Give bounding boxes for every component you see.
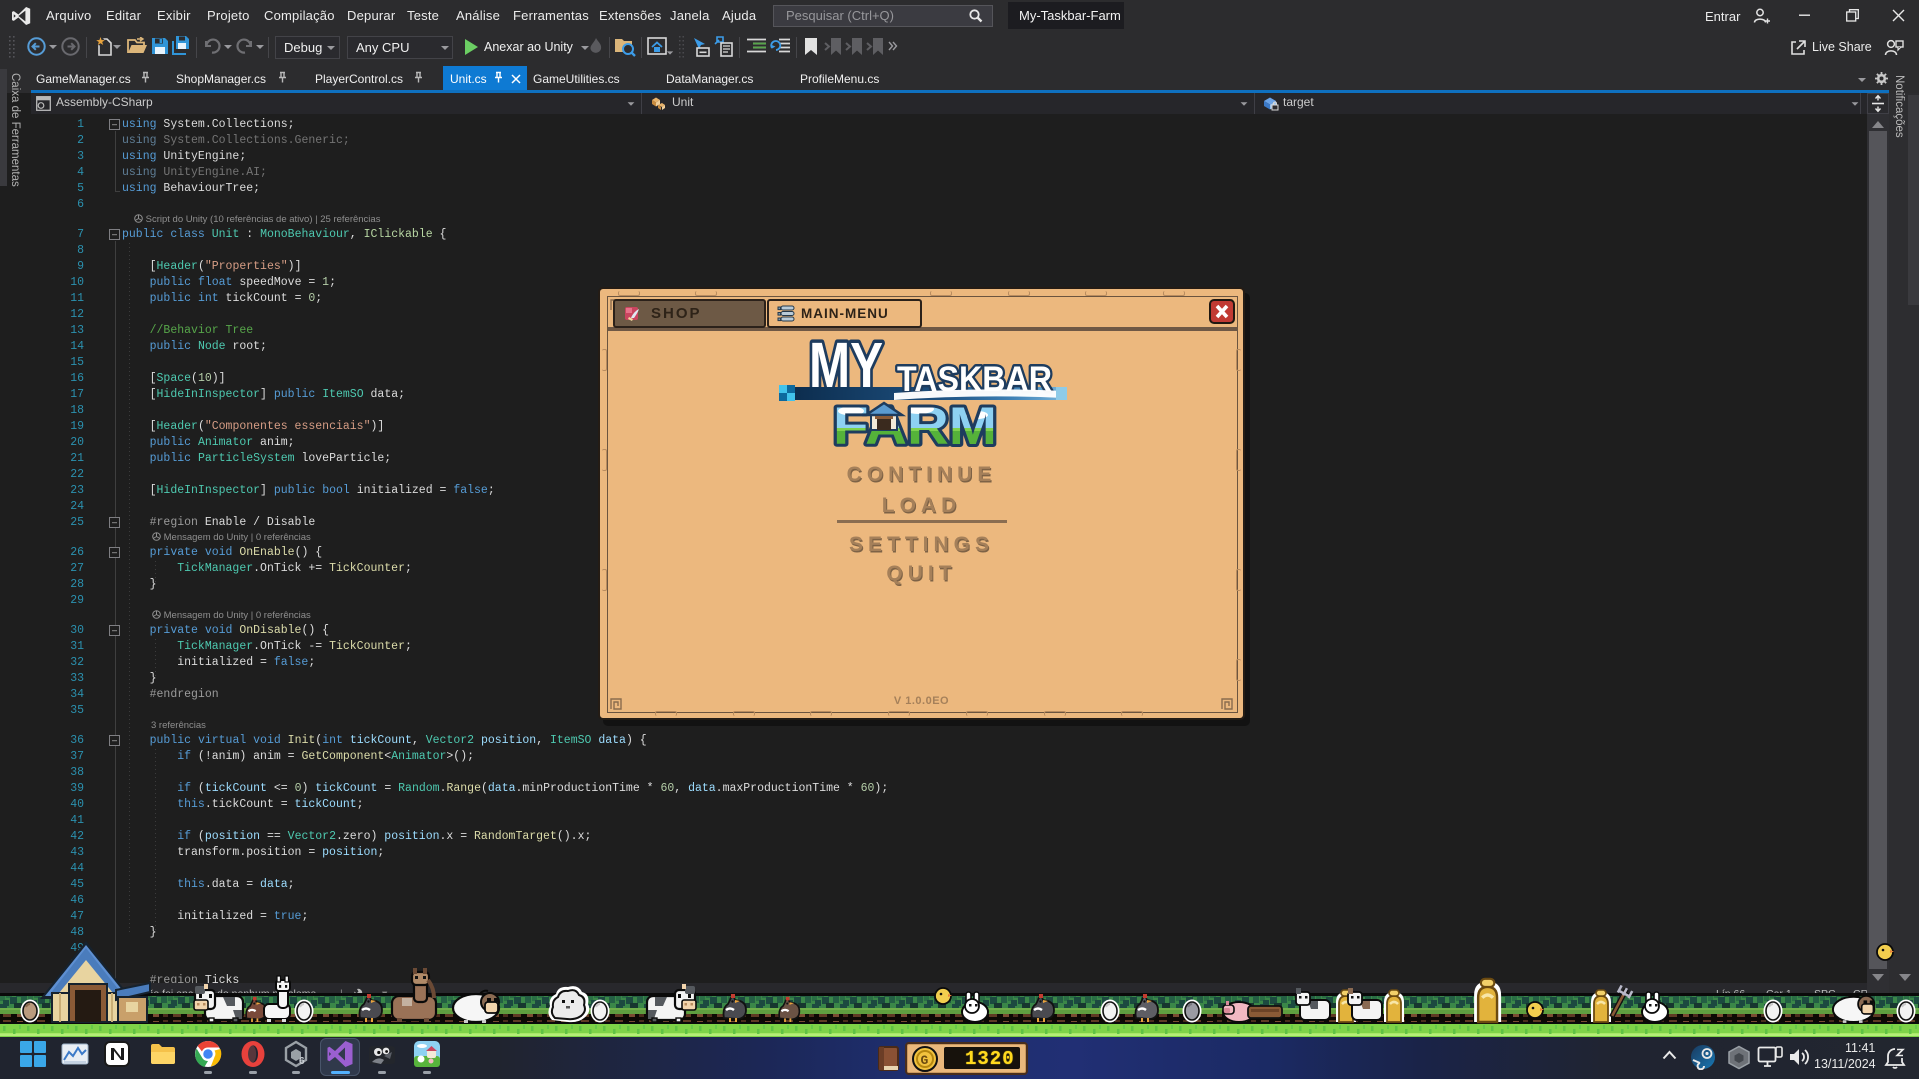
svg-text:G: G [921, 1053, 929, 1068]
svg-text:FARM: FARM [833, 397, 997, 456]
svg-text:6: 6 [299, 1056, 305, 1067]
